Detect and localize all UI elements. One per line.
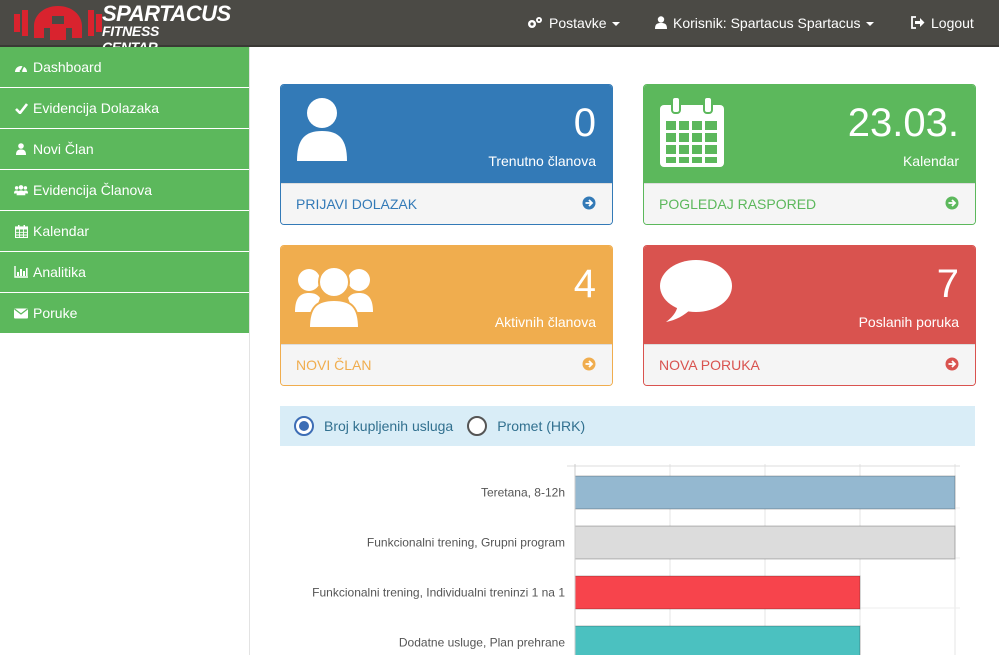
card-action-label: POGLEDAJ RASPORED [659, 196, 817, 212]
arrow-circle-right-icon [945, 357, 959, 371]
chart-metric-toggle: Broj kupljenih usluga Promet (HRK) [280, 406, 975, 446]
sidebar-item-novi-clan[interactable]: Novi Član [0, 129, 249, 170]
arrow-circle-right-icon [945, 196, 959, 210]
card-active-members: 4 Aktivnih članova NOVI ČLAN [280, 245, 613, 386]
sidebar-item-poruke[interactable]: Poruke [0, 293, 249, 334]
user-icon [655, 16, 667, 29]
category-label: Dodatne usluge, Plan prehrane [399, 636, 565, 650]
card-label: Aktivnih članova [494, 314, 596, 330]
card-label: Kalendar [902, 153, 959, 169]
card-value: 23.03. [847, 101, 959, 145]
user-label: Korisnik: Spartacus Spartacus [673, 14, 861, 31]
card-action-label: NOVI ČLAN [296, 357, 372, 373]
card-value: 0 [573, 101, 596, 145]
brand-logo[interactable]: SPARTACUS FITNESS CENTAR [12, 2, 231, 55]
sidebar-item-label: Novi Član [33, 141, 94, 157]
user-dropdown[interactable]: Korisnik: Spartacus Spartacus [655, 0, 874, 45]
sign-out-icon [911, 16, 925, 29]
chevron-down-icon [865, 21, 874, 26]
card-label: Trenutno članova [488, 153, 596, 169]
arrow-circle-right-icon [582, 357, 596, 371]
top-navbar: SPARTACUS FITNESS CENTAR Postavke Korisn… [0, 0, 999, 55]
chevron-down-icon [611, 21, 620, 26]
card-sent-messages: 7 Poslanih poruka NOVA PORUKA [643, 245, 976, 386]
prijavi-dolazak-link[interactable]: PRIJAVI DOLAZAK [281, 183, 612, 224]
card-header: 0 Trenutno članova [281, 85, 612, 183]
card-calendar: 23.03. Kalendar POGLEDAJ RASPORED [643, 84, 976, 225]
users-icon [295, 266, 373, 328]
users-icon [14, 184, 28, 196]
chart-bar [574, 575, 861, 610]
card-label: Poslanih poruka [858, 314, 959, 330]
radio-promet-hrk[interactable]: Promet (HRK) [467, 416, 585, 436]
spartan-helmet-logo-icon [14, 6, 102, 40]
logout-label: Logout [931, 14, 974, 31]
envelope-icon [14, 308, 28, 319]
sidebar-item-evidencija-clanova[interactable]: Evidencija Članova [0, 170, 249, 211]
category-label: Teretana, 8-12h [481, 486, 565, 500]
card-header: 23.03. Kalendar [644, 85, 975, 183]
radio-selected-icon [294, 416, 314, 436]
calendar-icon [660, 97, 724, 167]
sidebar-item-dashboard[interactable]: Dashboard [0, 47, 249, 88]
card-action-label: NOVA PORUKA [659, 357, 760, 373]
radio-label: Broj kupljenih usluga [324, 418, 454, 434]
pogledaj-raspored-link[interactable]: POGLEDAJ RASPORED [644, 183, 975, 224]
radio-broj-kupljenih-usluga[interactable]: Broj kupljenih usluga [294, 416, 453, 436]
card-current-members: 0 Trenutno članova PRIJAVI DOLAZAK [280, 84, 613, 225]
sidebar-item-label: Analitika [33, 264, 86, 280]
novi-clan-link[interactable]: NOVI ČLAN [281, 344, 612, 385]
chart-bar [574, 475, 956, 510]
bar-chart-icon [14, 266, 28, 278]
cogs-icon [527, 16, 543, 30]
arrow-circle-right-icon [582, 196, 596, 210]
check-icon [14, 102, 28, 114]
category-label: Funkcionalni trening, Individualni treni… [312, 586, 565, 600]
nova-poruka-link[interactable]: NOVA PORUKA [644, 344, 975, 385]
card-value: 4 [573, 262, 596, 306]
sidebar-item-evidencija-dolazaka[interactable]: Evidencija Dolazaka [0, 88, 249, 129]
card-header: 7 Poslanih poruka [644, 246, 975, 344]
settings-dropdown[interactable]: Postavke [527, 0, 620, 45]
sidebar-item-label: Kalendar [33, 223, 90, 239]
card-header: 4 Aktivnih članova [281, 246, 612, 344]
card-action-label: PRIJAVI DOLAZAK [296, 196, 418, 212]
services-bar-chart: Teretana, 8-12h Funkcionalni trening, Gru… [280, 456, 980, 655]
category-label: Funkcionalni trening, Grupni program [367, 536, 565, 550]
settings-label: Postavke [549, 14, 607, 31]
chart-bar [574, 625, 861, 655]
bar-chart-svg: Teretana, 8-12h Funkcionalni trening, Gru… [312, 464, 960, 655]
sidebar: Dashboard Evidencija Dolazaka Novi Član … [0, 47, 250, 655]
sidebar-item-label: Evidencija Dolazaka [33, 100, 160, 116]
card-value: 7 [936, 262, 959, 306]
chart-bar [574, 525, 956, 560]
sidebar-item-label: Dashboard [33, 59, 102, 75]
user-icon [297, 98, 347, 161]
radio-label: Promet (HRK) [497, 418, 586, 434]
dashboard-icon [14, 61, 28, 73]
sidebar-item-analitika[interactable]: Analitika [0, 252, 249, 293]
calendar-icon [14, 224, 28, 238]
sidebar-item-label: Evidencija Članova [33, 182, 153, 198]
comment-icon [660, 260, 732, 322]
sidebar-item-label: Poruke [33, 305, 78, 321]
radio-unselected-icon [467, 416, 488, 436]
logout-button[interactable]: Logout [911, 0, 974, 45]
sidebar-item-kalendar[interactable]: Kalendar [0, 211, 249, 252]
user-icon [14, 143, 28, 155]
